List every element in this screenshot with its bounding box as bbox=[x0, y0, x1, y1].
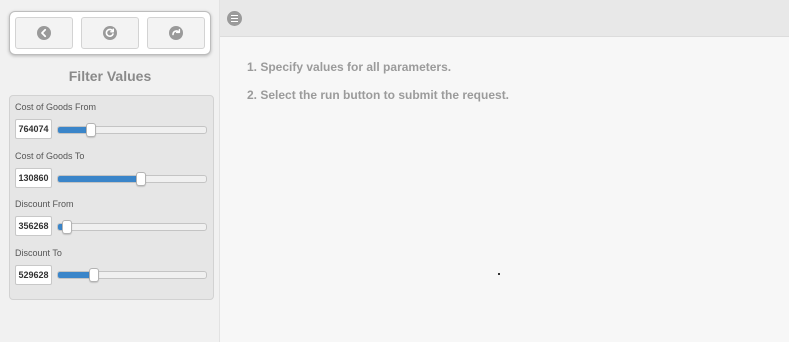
forward-icon bbox=[169, 26, 183, 40]
menu-icon bbox=[231, 20, 238, 23]
menu-button[interactable] bbox=[227, 11, 242, 26]
cost-from-slider[interactable] bbox=[57, 123, 207, 137]
cost-from-input[interactable]: 764074 bbox=[15, 119, 52, 139]
sidebar: Filter Values Cost of Goods From 764074 … bbox=[0, 0, 220, 342]
loading-dot bbox=[498, 273, 500, 275]
slider-handle[interactable] bbox=[85, 123, 96, 137]
instruction-step-1: 1. Specify values for all parameters. bbox=[247, 60, 452, 74]
refresh-button[interactable] bbox=[81, 17, 139, 49]
cost-to-input[interactable]: 130860 bbox=[15, 168, 52, 188]
forward-button[interactable] bbox=[147, 17, 205, 49]
discount-to-input[interactable]: 529628 bbox=[15, 265, 52, 285]
app-window: Filter Values Cost of Goods From 764074 … bbox=[0, 0, 789, 342]
cost-to-label: Cost of Goods To bbox=[15, 151, 85, 161]
discount-to-label: Discount To bbox=[15, 248, 62, 258]
filter-title: Filter Values bbox=[68, 68, 152, 84]
discount-from-input[interactable]: 356268 bbox=[15, 216, 52, 236]
back-icon bbox=[37, 26, 51, 40]
slider-handle[interactable] bbox=[61, 220, 72, 234]
toolbar bbox=[9, 11, 211, 55]
discount-from-slider[interactable] bbox=[57, 220, 207, 234]
main-header bbox=[220, 0, 789, 37]
cost-to-slider[interactable] bbox=[57, 172, 207, 186]
refresh-icon bbox=[103, 26, 117, 40]
slider-handle[interactable] bbox=[135, 172, 146, 186]
instruction-step-2: 2. Select the run button to submit the r… bbox=[247, 88, 510, 102]
filter-panel: Cost of Goods From 764074 Cost of Goods … bbox=[9, 95, 214, 300]
discount-to-slider[interactable] bbox=[57, 268, 207, 282]
back-button[interactable] bbox=[15, 17, 73, 49]
main-content: 1. Specify values for all parameters. 2.… bbox=[220, 37, 789, 342]
menu-icon bbox=[231, 14, 238, 17]
slider-handle[interactable] bbox=[88, 268, 99, 282]
menu-icon bbox=[231, 17, 238, 20]
slider-fill bbox=[58, 176, 141, 182]
cost-from-label: Cost of Goods From bbox=[15, 102, 97, 112]
discount-from-label: Discount From bbox=[15, 199, 74, 209]
